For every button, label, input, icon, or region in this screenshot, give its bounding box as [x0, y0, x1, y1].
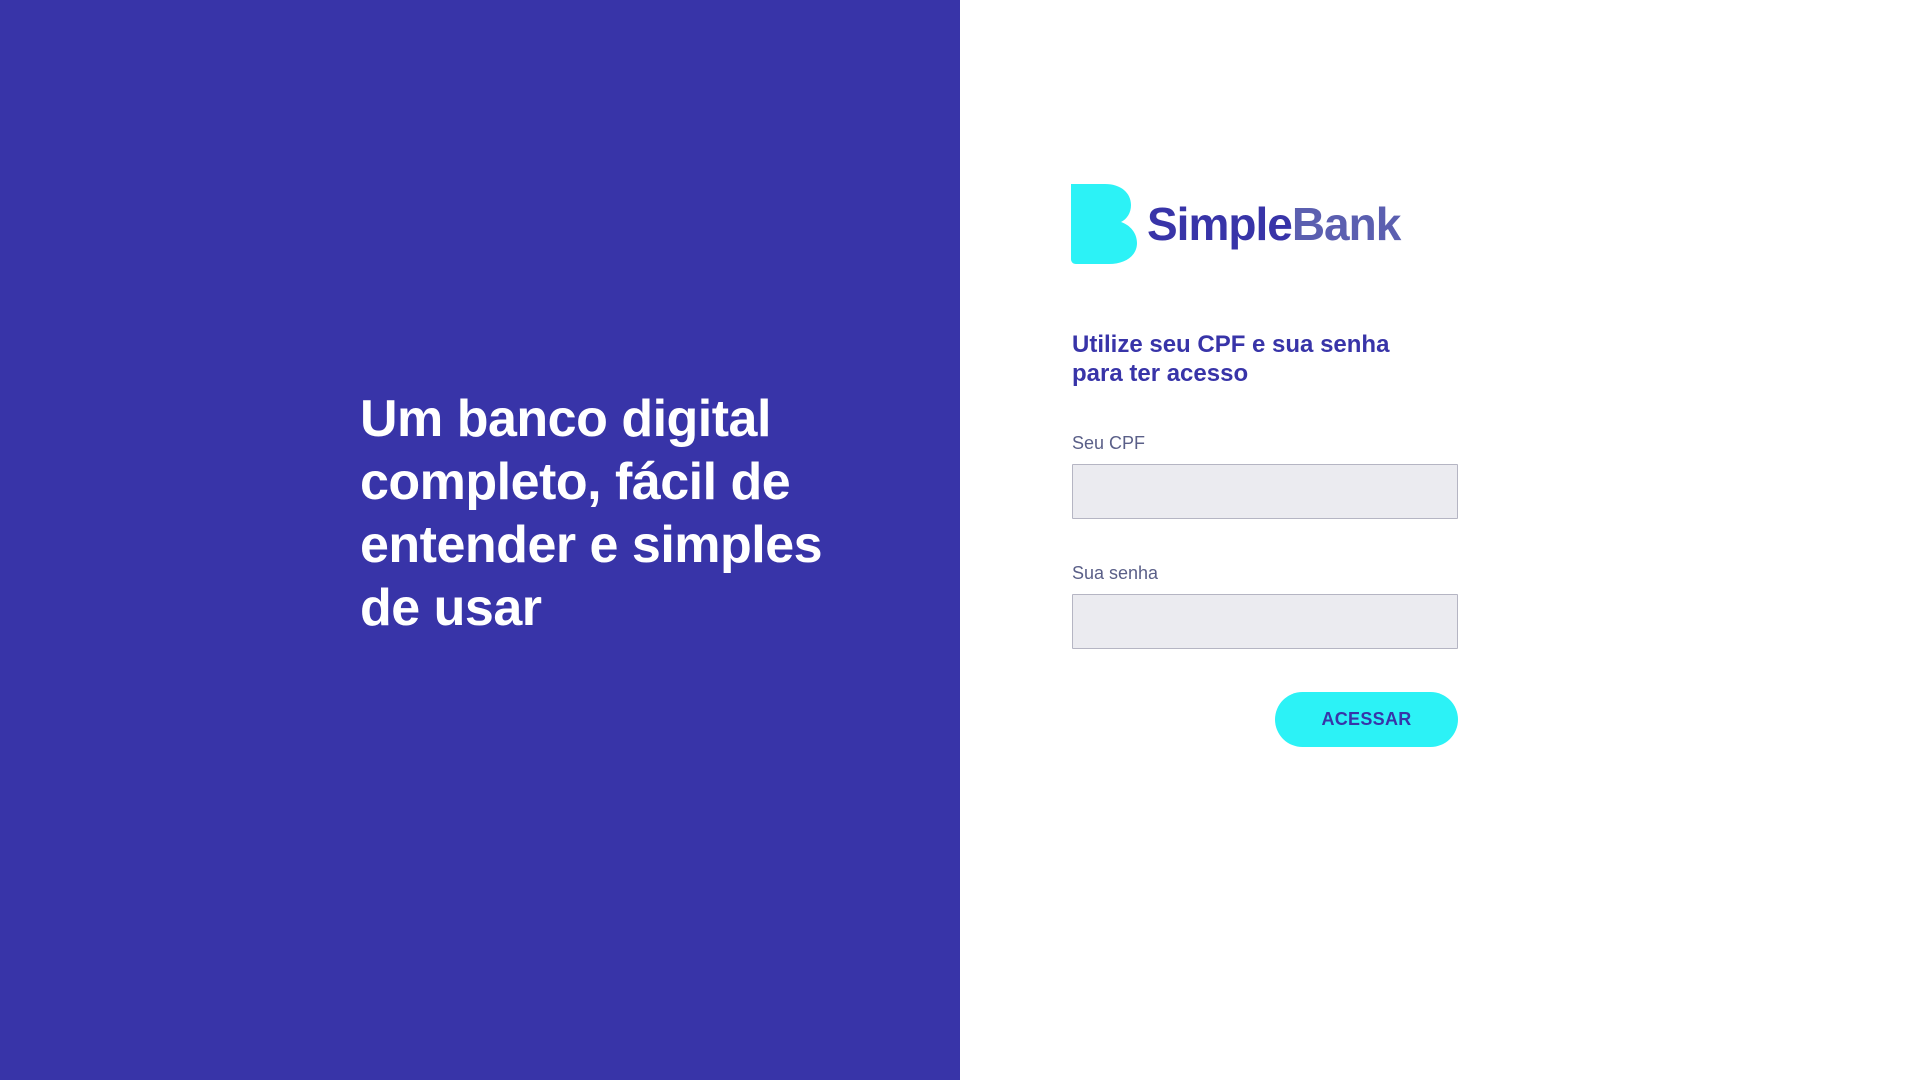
- hero-tagline: Um banco digital completo, fácil de ente…: [360, 390, 823, 637]
- password-input[interactable]: [1072, 594, 1458, 649]
- cpf-input[interactable]: [1072, 464, 1458, 519]
- brand-name-simple: Simple: [1147, 198, 1293, 250]
- login-panel: SimpleBank Utilize seu CPF e sua senha p…: [960, 0, 1920, 1080]
- b-letter-logo-icon: [1071, 184, 1137, 264]
- password-label: Sua senha: [1072, 563, 1159, 583]
- acessar-button[interactable]: ACESSAR: [1275, 692, 1458, 747]
- brand-name-bank: Bank: [1291, 198, 1401, 250]
- brand-name: SimpleBank: [1147, 184, 1401, 264]
- login-page: Um banco digital completo, fácil de ente…: [0, 0, 1920, 1080]
- cpf-label: Seu CPF: [1072, 433, 1146, 453]
- hero-panel: Um banco digital completo, fácil de ente…: [0, 0, 960, 1080]
- brand-logo: SimpleBank: [1071, 184, 1401, 264]
- login-subtitle: Utilize seu CPF e sua senha para ter ace…: [1072, 331, 1390, 387]
